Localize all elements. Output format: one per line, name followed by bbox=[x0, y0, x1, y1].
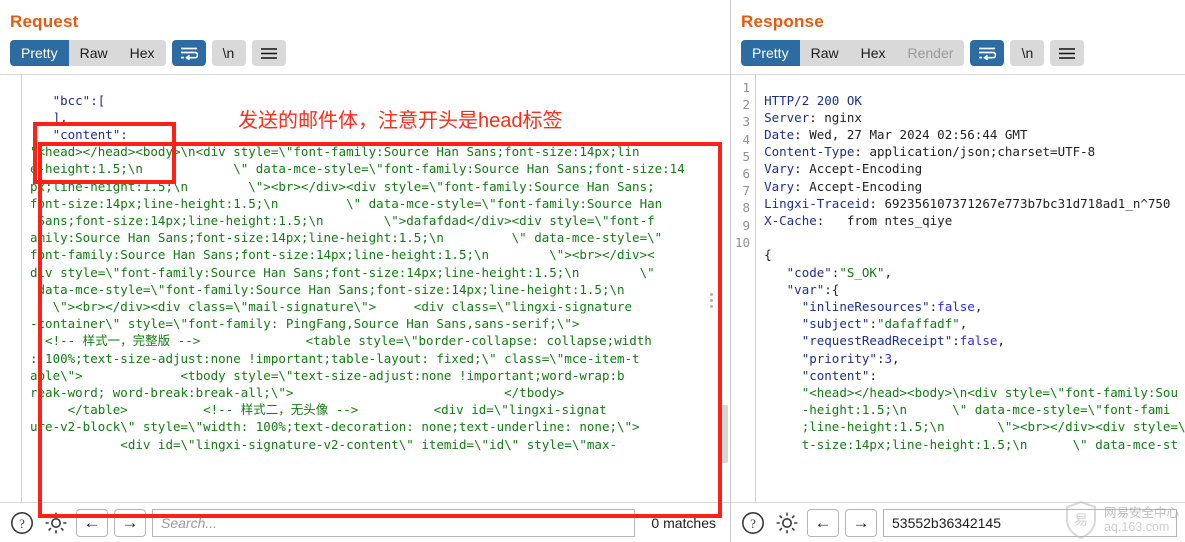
wrap-lines-icon[interactable] bbox=[171, 40, 206, 66]
newline-label: \n bbox=[222, 45, 235, 61]
arrow-right-icon[interactable]: → bbox=[845, 508, 877, 537]
request-toolbar: Pretty Raw Hex \n bbox=[0, 38, 730, 74]
pane-splitter-handle[interactable] bbox=[708, 293, 714, 308]
newline-label: \n bbox=[1021, 45, 1034, 61]
request-gutter bbox=[0, 75, 22, 502]
question-mark-icon[interactable]: ? bbox=[739, 509, 767, 537]
search-input-wrapper[interactable] bbox=[152, 508, 636, 537]
tab-response-raw[interactable]: Raw bbox=[799, 40, 850, 66]
response-editor[interactable]: 1 2 3 4 5 6 7 8 9 10 HTTP/2 200 OK Serve… bbox=[731, 74, 1185, 502]
response-line-numbers: 1 2 3 4 5 6 7 8 9 10 bbox=[731, 75, 757, 502]
arrow-left-icon[interactable]: ← bbox=[807, 508, 839, 537]
request-scroll-thumb[interactable] bbox=[719, 405, 728, 463]
response-bottom-bar: ? ← → bbox=[731, 502, 1185, 542]
svg-text:?: ? bbox=[19, 516, 25, 531]
search-input-wrapper[interactable] bbox=[883, 508, 1177, 537]
response-view-tabs: Pretty Raw Hex Render bbox=[741, 40, 965, 66]
tab-request-hex[interactable]: Hex bbox=[118, 40, 166, 66]
tab-response-render: Render bbox=[896, 40, 965, 66]
request-title: Request bbox=[10, 12, 79, 31]
tab-response-hex[interactable]: Hex bbox=[849, 40, 897, 66]
request-view-tabs: Pretty Raw Hex bbox=[10, 40, 166, 66]
gear-icon[interactable] bbox=[773, 509, 801, 537]
arrow-left-icon[interactable]: ← bbox=[76, 508, 108, 537]
hamburger-menu-icon[interactable] bbox=[1050, 40, 1085, 66]
hamburger-menu-icon[interactable] bbox=[251, 40, 286, 66]
response-body-code[interactable]: HTTP/2 200 OK Server: nginx Date: Wed, 2… bbox=[756, 88, 1185, 490]
response-title: Response bbox=[741, 12, 824, 31]
tab-request-pretty[interactable]: Pretty bbox=[10, 40, 69, 66]
response-toolbar: Pretty Raw Hex Render \n bbox=[731, 38, 1185, 74]
tab-response-pretty[interactable]: Pretty bbox=[741, 40, 800, 66]
burp-repeater-window: Request Pretty Raw Hex \n "bcc":[], "co… bbox=[0, 0, 1185, 542]
tab-request-raw[interactable]: Raw bbox=[68, 40, 119, 66]
wrap-lines-icon[interactable] bbox=[970, 40, 1005, 66]
question-mark-icon[interactable]: ? bbox=[8, 509, 36, 537]
request-bottom-bar: ? ← → 0 matches bbox=[0, 502, 730, 542]
request-pane: Request Pretty Raw Hex \n "bcc":[], "co… bbox=[0, 0, 730, 542]
search-input[interactable] bbox=[159, 513, 629, 532]
gear-icon[interactable] bbox=[42, 509, 70, 537]
request-editor[interactable]: "bcc":[ ], "content": "<head></head><bod… bbox=[0, 74, 730, 502]
newline-toggle-button[interactable]: \n bbox=[211, 40, 246, 66]
search-input[interactable] bbox=[890, 513, 1170, 532]
annotation-note: 发送的邮件体，注意开头是head标签 bbox=[238, 110, 563, 132]
newline-toggle-button[interactable]: \n bbox=[1010, 40, 1045, 66]
arrow-right-icon[interactable]: → bbox=[114, 508, 146, 537]
svg-text:?: ? bbox=[750, 516, 756, 531]
response-pane: Response Pretty Raw Hex Render \n 1 2 3 … bbox=[730, 0, 1185, 542]
match-count-label: 0 matches bbox=[651, 514, 716, 531]
request-body-code[interactable]: "bcc":[ ], "content": "<head></head><bod… bbox=[22, 88, 730, 490]
request-scrollbar[interactable] bbox=[717, 75, 730, 502]
